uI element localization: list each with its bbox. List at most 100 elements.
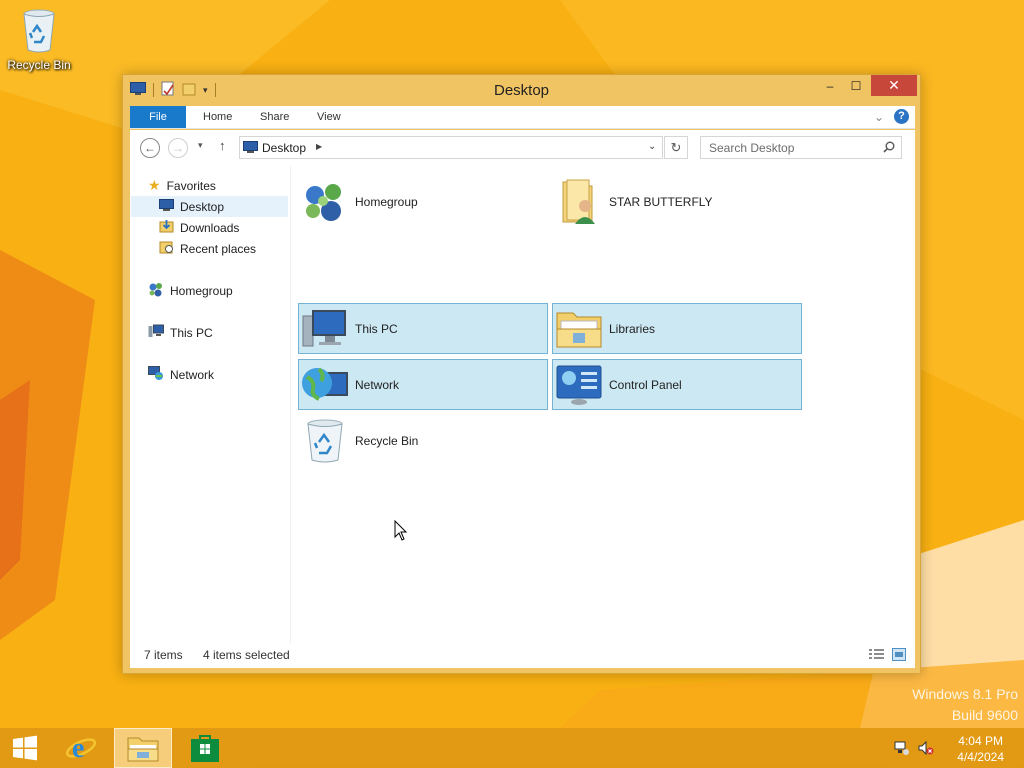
nav-this-pc-label: This PC (170, 325, 213, 340)
item-network-label: Network (355, 377, 400, 392)
nav-downloads-label: Downloads (180, 220, 240, 235)
refresh-icon: ↻ (670, 139, 682, 155)
windows-logo-icon (13, 735, 37, 761)
item-this-pc[interactable]: This PC (298, 303, 548, 354)
item-libraries[interactable]: Libraries (552, 303, 802, 354)
window-title: Desktop (493, 82, 550, 99)
network-globe-icon (299, 361, 351, 409)
homegroup-icon (299, 178, 351, 226)
start-button[interactable] (0, 728, 50, 768)
search-icon (883, 141, 895, 156)
address-bar[interactable]: Desktop ▶ ⌄ (239, 136, 663, 159)
navigation-pane: ★ Favorites Desktop Downloads Recent pla… (130, 166, 290, 643)
back-arrow-icon: ← (144, 141, 156, 155)
nav-downloads[interactable]: Downloads (159, 217, 239, 238)
navigation-bar: ← → ▾ ↑ Desktop ▶ ⌄ ↻ Search Desktop (130, 130, 915, 166)
close-button[interactable]: ✕ (871, 75, 917, 96)
nav-recent-places-label: Recent places (180, 241, 257, 256)
status-bar: 7 items 4 items selected (130, 643, 915, 668)
pc-icon (148, 324, 164, 341)
desktop-recycle-bin[interactable]: Recycle Bin (4, 6, 74, 72)
recycle-bin-icon (4, 6, 74, 56)
explorer-window: ▾ Desktop – ☐ ✕ File Home Share View ⌄ ?… (122, 74, 921, 674)
expand-ribbon-icon[interactable]: ⌄ (874, 110, 884, 124)
svg-text:e: e (72, 733, 84, 764)
clock-date: 4/4/2024 (957, 750, 1004, 764)
item-homegroup[interactable]: Homegroup (298, 176, 548, 227)
recycle-bin-icon (299, 417, 351, 465)
nav-homegroup-label: Homegroup (170, 283, 233, 298)
refresh-button[interactable]: ↻ (664, 136, 688, 159)
address-path: Desktop (262, 141, 307, 155)
search-placeholder: Search Desktop (709, 141, 795, 155)
tab-share[interactable]: Share (246, 106, 303, 128)
item-recycle-bin[interactable]: Recycle Bin (298, 415, 548, 466)
store-icon (191, 735, 219, 762)
maximize-button[interactable]: ☐ (843, 75, 869, 96)
libraries-icon (553, 305, 605, 353)
network-icon (148, 365, 164, 384)
item-star-butterfly-label: STAR BUTTERFLY (609, 194, 713, 209)
details-view-icon[interactable] (869, 649, 884, 664)
desktop-icon (159, 199, 174, 214)
address-dropdown-icon[interactable]: ⌄ (648, 141, 656, 152)
nav-favorites-label: Favorites (166, 178, 216, 193)
explorer-content: ★ Favorites Desktop Downloads Recent pla… (130, 166, 915, 643)
item-this-pc-label: This PC (355, 321, 398, 336)
recent-places-icon (159, 240, 174, 257)
back-button[interactable]: ← (140, 138, 160, 158)
downloads-icon (159, 219, 174, 236)
help-icon[interactable]: ? (894, 109, 909, 124)
nav-network-label: Network (170, 367, 215, 382)
tab-home[interactable]: Home (189, 106, 246, 128)
tab-file[interactable]: File (130, 106, 186, 128)
internet-explorer-icon: e (65, 733, 97, 764)
taskbar-file-explorer[interactable] (114, 728, 172, 768)
forward-arrow-icon: → (172, 141, 184, 155)
taskbar-store[interactable] (180, 728, 230, 768)
nav-this-pc[interactable]: This PC (148, 322, 213, 343)
selected-count: 4 items selected (203, 648, 290, 662)
up-arrow-icon[interactable]: ↑ (219, 138, 226, 153)
address-desktop-icon (243, 141, 258, 156)
star-icon: ★ (148, 177, 161, 193)
ribbon-tab-bar: File Home Share View ⌄ ? (130, 106, 915, 129)
taskbar-clock[interactable]: 4:04 PM 4/4/2024 (957, 733, 1004, 765)
breadcrumb-chevron-icon[interactable]: ▶ (316, 142, 322, 151)
item-homegroup-label: Homegroup (355, 194, 418, 209)
nav-recent-places[interactable]: Recent places (159, 238, 256, 259)
tab-view[interactable]: View (303, 106, 355, 128)
taskbar: e 4:04 PM 4/4/2024 (0, 728, 1024, 768)
recent-locations-icon[interactable]: ▾ (198, 140, 203, 151)
windows-watermark: Windows 8.1 Pro Build 9600 (912, 684, 1018, 726)
item-recycle-bin-label: Recycle Bin (355, 433, 419, 448)
pc-icon (299, 305, 351, 353)
item-libraries-label: Libraries (609, 321, 656, 336)
ribbon-right-controls: ⌄ ? (874, 109, 909, 124)
nav-favorites[interactable]: ★ Favorites (148, 175, 288, 196)
item-control-panel[interactable]: Control Panel (552, 359, 802, 410)
nav-homegroup[interactable]: Homegroup (148, 280, 233, 301)
network-status-icon[interactable] (894, 740, 910, 759)
user-folder-icon (553, 178, 605, 226)
nav-pane-divider (290, 166, 291, 643)
title-bar[interactable]: ▾ Desktop – ☐ ✕ (123, 75, 920, 105)
tiles-view-icon[interactable] (892, 648, 906, 664)
item-star-butterfly[interactable]: STAR BUTTERFLY (552, 176, 802, 227)
speaker-muted-icon[interactable] (918, 740, 934, 759)
nav-network[interactable]: Network (148, 364, 214, 385)
mouse-cursor (394, 519, 408, 545)
file-explorer-icon (127, 737, 159, 762)
item-network[interactable]: Network (298, 359, 548, 410)
item-count: 7 items (144, 648, 183, 662)
control-panel-icon (553, 361, 605, 409)
search-box[interactable]: Search Desktop (700, 136, 902, 159)
taskbar-internet-explorer[interactable]: e (58, 728, 104, 768)
desktop-recycle-bin-label: Recycle Bin (7, 58, 71, 72)
item-control-panel-label: Control Panel (609, 377, 682, 392)
clock-time: 4:04 PM (958, 734, 1003, 748)
nav-desktop[interactable]: Desktop (131, 196, 288, 217)
forward-button[interactable]: → (168, 138, 188, 158)
minimize-button[interactable]: – (817, 75, 843, 96)
homegroup-icon (148, 282, 164, 300)
